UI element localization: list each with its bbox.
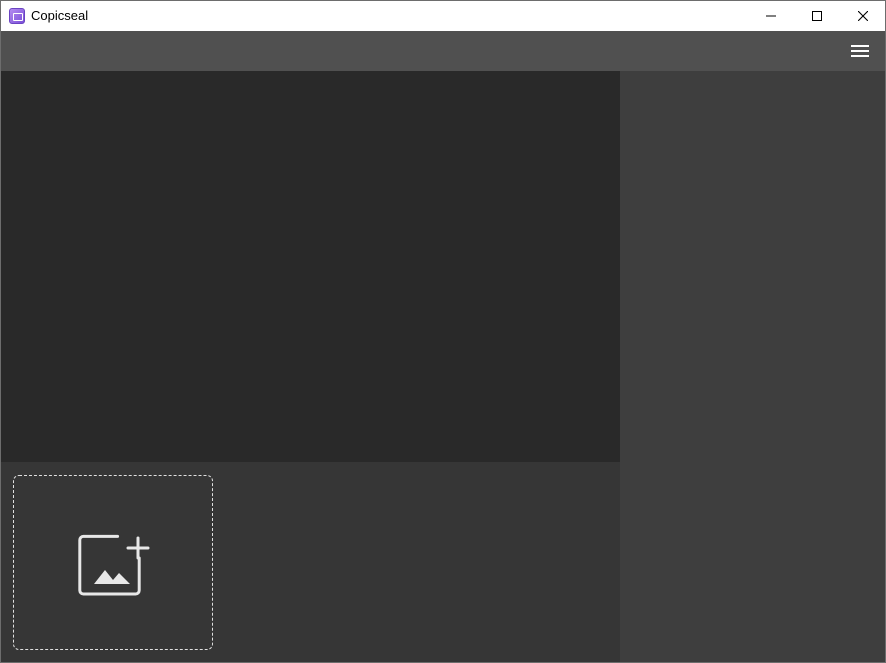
app-logo-icon (9, 8, 25, 24)
title-bar[interactable]: Copicseal (1, 1, 885, 31)
close-button[interactable] (840, 1, 885, 31)
close-icon (858, 11, 868, 21)
maximize-button[interactable] (794, 1, 840, 31)
settings-panel (620, 71, 885, 662)
add-image-icon (78, 534, 150, 596)
hamburger-menu-icon-bar (851, 55, 869, 57)
toolbar (1, 31, 885, 71)
minimize-button[interactable] (748, 1, 794, 31)
image-preview-area[interactable] (1, 71, 620, 462)
hamburger-menu-icon-bar (851, 50, 869, 52)
window-title: Copicseal (31, 8, 89, 23)
app-window: Copicseal (0, 0, 886, 663)
minimize-icon (766, 15, 776, 17)
hamburger-menu-icon (851, 45, 869, 47)
menu-button[interactable] (849, 42, 871, 60)
thumbnail-strip (1, 462, 620, 662)
maximize-icon (812, 11, 822, 21)
add-image-button[interactable] (13, 475, 213, 650)
